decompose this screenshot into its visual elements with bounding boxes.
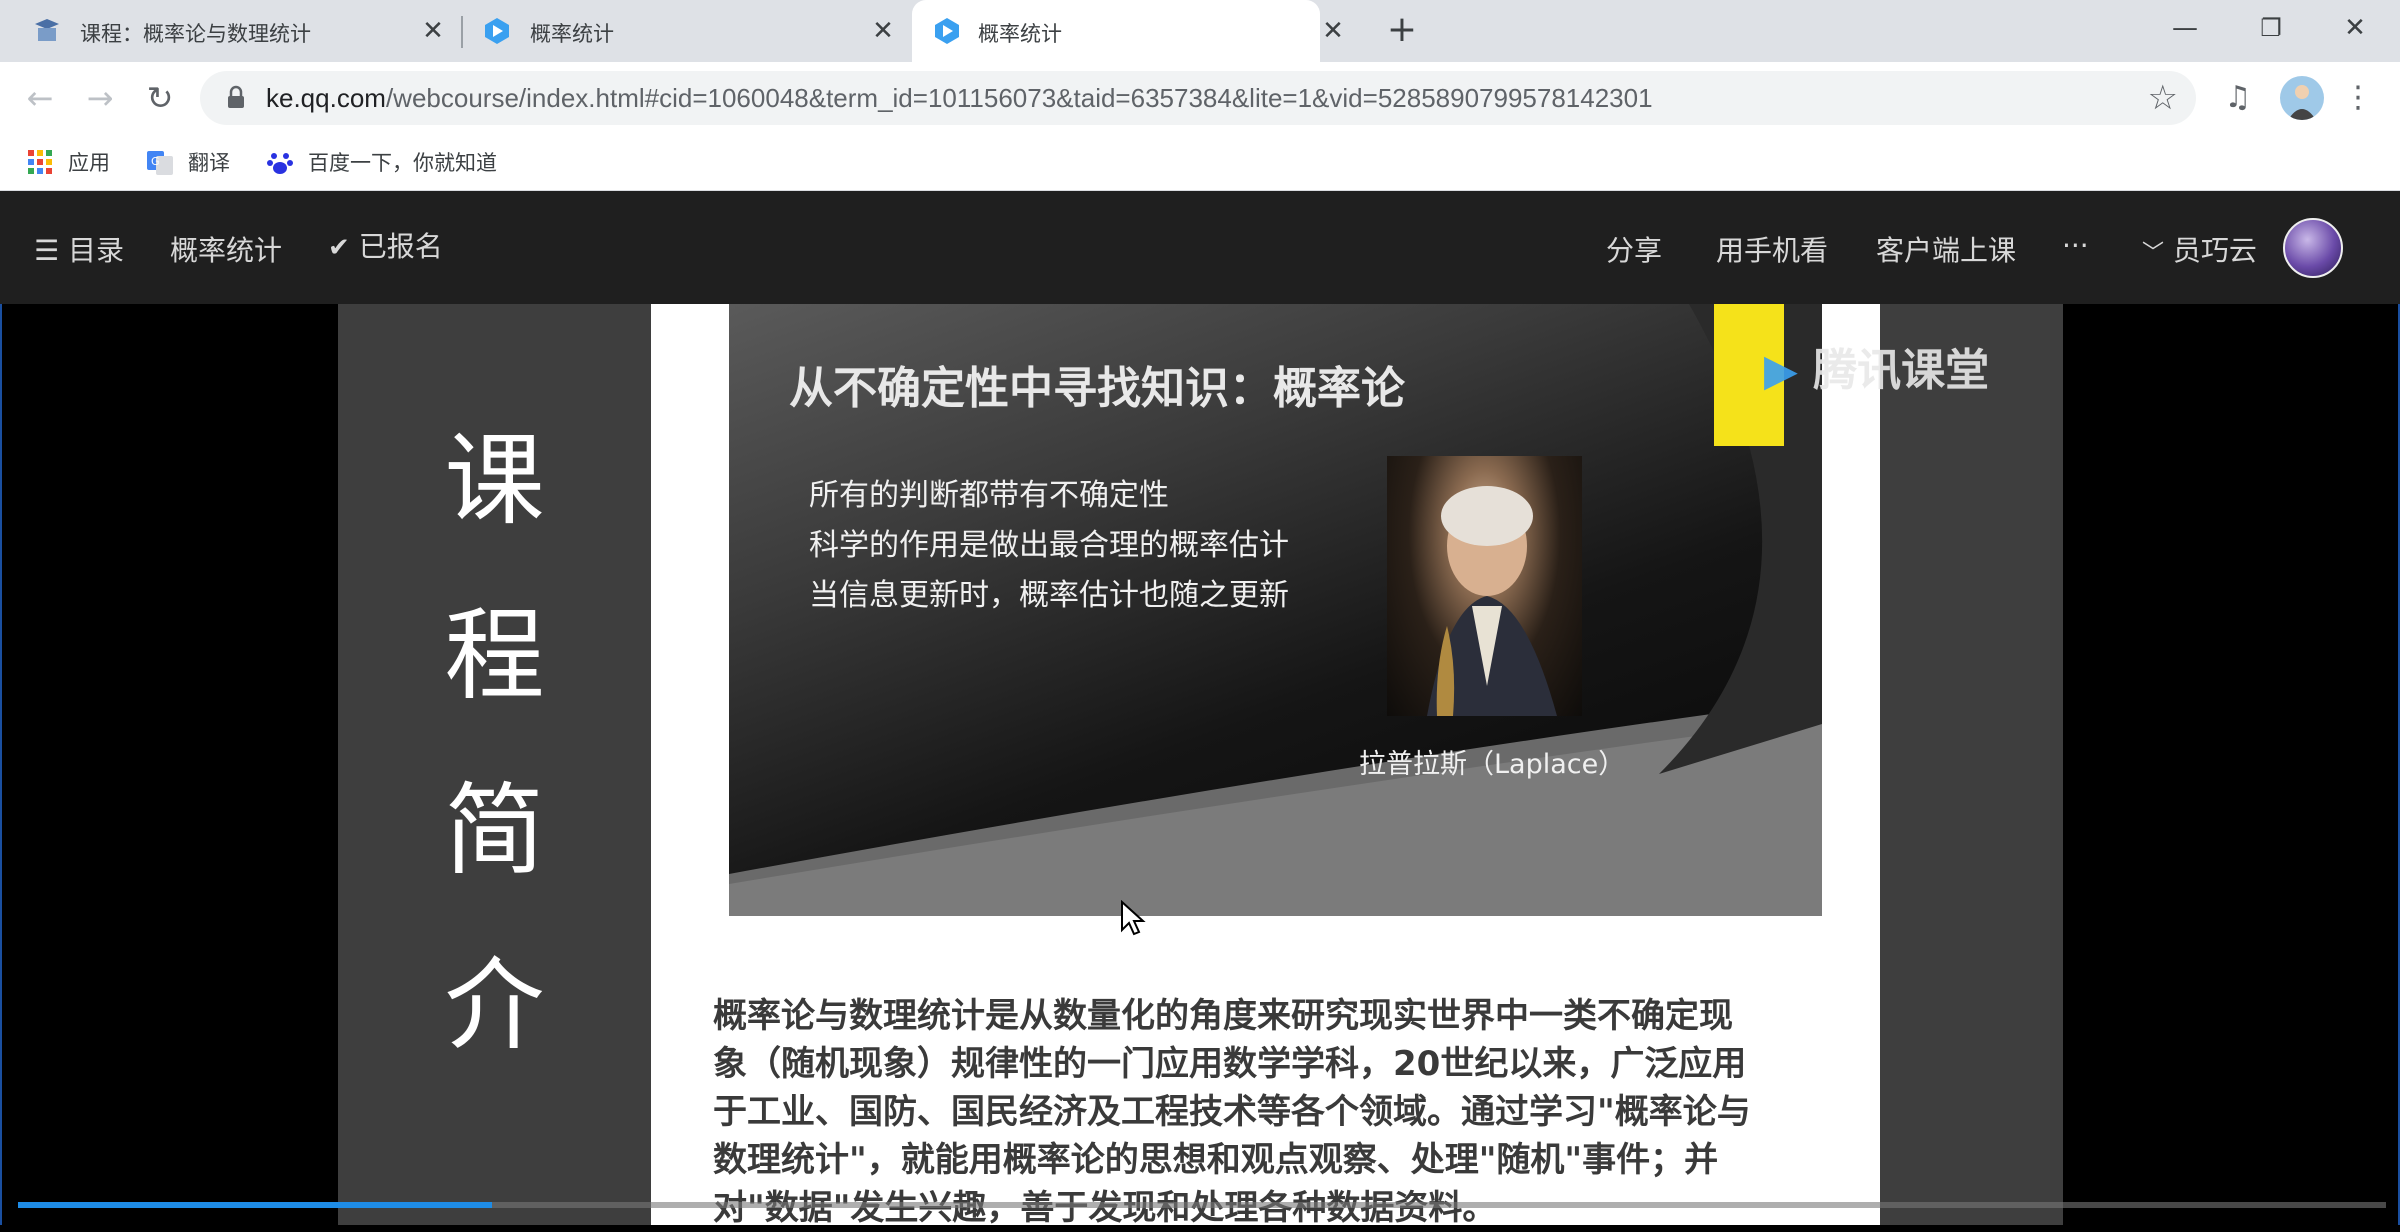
- bookmark-translate[interactable]: G 翻译: [146, 144, 230, 180]
- bookmark-label: 应用: [68, 151, 110, 175]
- portrait-caption: 拉普拉斯（Laplace）: [1359, 749, 1626, 780]
- description-line: 概率论与数理统计是从数量化的角度来研究现实世界中一类不确定现: [713, 996, 1733, 1036]
- slide-title: 从不确定性中寻找知识：概率论: [789, 363, 1405, 414]
- course-description: 概率论与数理统计是从数量化的角度来研究现实世界中一类不确定现 象（随机现象）规律…: [713, 992, 1843, 1232]
- enrolled-label: 已报名: [358, 230, 443, 263]
- side-title-char: 介: [444, 947, 545, 1064]
- url-text[interactable]: ke.qq.com/webcourse/index.html#cid=10600…: [266, 83, 1653, 114]
- apps-grid-icon: [28, 150, 52, 174]
- video-progress-bar[interactable]: [18, 1202, 2386, 1208]
- tencent-classroom-favicon-icon: [935, 18, 959, 44]
- description-line: 数理统计"，就能用概率论的思想和观点观察、处理"随机"事件；并: [713, 1140, 1719, 1180]
- share-button[interactable]: 分享: [1606, 229, 1662, 269]
- baidu-paw-icon: [267, 153, 293, 174]
- description-line: 象（随机现象）规律性的一门应用数学学科，20世纪以来，广泛应用: [713, 1044, 1747, 1084]
- tencent-classroom-favicon-icon: [485, 18, 509, 44]
- checkmark-icon: ✔: [328, 233, 350, 263]
- slide-line: 科学的作用是做出最合理的概率估计: [809, 528, 1289, 563]
- forward-arrow-icon[interactable]: →: [80, 78, 120, 118]
- profile-avatar-icon: [2288, 85, 2316, 120]
- translate-icon: G: [147, 151, 173, 175]
- close-tab-icon[interactable]: ✕: [418, 16, 448, 46]
- close-tab-icon[interactable]: ✕: [1318, 16, 1348, 46]
- more-options-button[interactable]: ···: [2062, 229, 2089, 262]
- tab-probability-1[interactable]: 概率统计 ✕: [464, 0, 908, 62]
- side-title-char: 课: [444, 422, 545, 539]
- course-header: ☰ 目录 概率统计 ✔ 已报名 分享 用手机看 客户端上课 ··· ﹀ 员巧云: [0, 191, 2400, 304]
- svg-text:G: G: [151, 155, 160, 168]
- user-menu[interactable]: ﹀ 员巧云: [2142, 229, 2257, 269]
- slide-line: 所有的判断都带有不确定性: [809, 478, 1169, 513]
- video-progress-fill: [18, 1202, 492, 1208]
- url-host: ke.qq.com: [266, 83, 386, 113]
- back-arrow-icon[interactable]: ←: [20, 78, 60, 118]
- bookmarks-bar: 应用 G 翻译 百度一下，你就知道: [0, 134, 2400, 191]
- course-favicon-icon: [35, 19, 59, 41]
- address-bar[interactable]: ke.qq.com/webcourse/index.html#cid=10600…: [200, 71, 2196, 125]
- slide-line: 当信息更新时，概率估计也随之更新: [809, 578, 1289, 613]
- watermark-text: 腾讯课堂: [1813, 345, 1990, 396]
- course-intro-side-panel: 课 程 简 介: [338, 304, 651, 1225]
- right-side-panel: [1880, 304, 2063, 1225]
- minimize-button[interactable]: —: [2158, 8, 2212, 48]
- chrome-menu-icon[interactable]: ⋮: [2336, 76, 2380, 120]
- tab-title: 概率统计: [978, 22, 1062, 46]
- laplace-portrait-image: [1427, 486, 1557, 716]
- laplace-portrait: [1387, 456, 1582, 716]
- tab-strip: 课程：概率论与数理统计 ✕ 概率统计 ✕ 概率统计 ✕ + — ❐ ✕: [0, 0, 2400, 62]
- bookmark-baidu[interactable]: 百度一下，你就知道: [266, 144, 497, 180]
- play-logo-icon: ▶: [1764, 345, 1798, 396]
- chevron-down-icon: ﹀: [2142, 241, 2165, 266]
- side-title-char: 程: [444, 597, 545, 714]
- lecture-slide: 从不确定性中寻找知识：概率论 所有的判断都带有不确定性 科学的作用是做出最合理的…: [729, 304, 1822, 916]
- tab-probability-2[interactable]: 概率统计 ✕: [912, 0, 1344, 62]
- user-avatar[interactable]: [2283, 218, 2343, 278]
- client-class-button[interactable]: 客户端上课: [1876, 229, 2016, 269]
- bookmark-label: 翻译: [188, 151, 230, 175]
- description-line: 于工业、国防、国民经济及工程技术等各个领域。通过学习"概率论与: [713, 1092, 1751, 1132]
- restore-button[interactable]: ❐: [2244, 8, 2298, 48]
- profile-avatar[interactable]: [2280, 76, 2324, 120]
- close-tab-icon[interactable]: ✕: [868, 16, 898, 46]
- close-window-button[interactable]: ✕: [2328, 8, 2382, 48]
- enrolled-status: ✔ 已报名: [328, 225, 443, 265]
- bookmark-label: 百度一下，你就知道: [308, 151, 497, 175]
- tab-title: 课程：概率论与数理统计: [80, 22, 311, 46]
- media-control-icon[interactable]: ♫: [2216, 76, 2260, 120]
- catalog-menu-button[interactable]: ☰ 目录: [34, 229, 124, 269]
- tencent-classroom-watermark: ▶ 腾讯课堂: [1764, 334, 1989, 398]
- new-tab-button[interactable]: +: [1383, 12, 1421, 50]
- reload-icon[interactable]: ↻: [140, 78, 180, 118]
- watch-on-mobile-button[interactable]: 用手机看: [1716, 229, 1828, 269]
- video-player[interactable]: 课 程 简 介 从不确定性中寻找知识：概率论 所有的判断都带有不确定性 科学的作…: [0, 304, 2400, 1228]
- course-name-link[interactable]: 概率统计: [170, 229, 282, 269]
- bookmark-star-icon[interactable]: ☆: [2148, 79, 2178, 117]
- lock-icon: [228, 85, 244, 108]
- tab-separator: [461, 16, 463, 48]
- mouse-cursor-icon: [1121, 900, 1146, 936]
- side-title-char: 简: [444, 772, 545, 889]
- tab-course[interactable]: 课程：概率论与数理统计 ✕: [0, 0, 456, 62]
- tab-title: 概率统计: [530, 22, 614, 46]
- browser-toolbar: ← → ↻ ke.qq.com/webcourse/index.html#cid…: [0, 62, 2400, 134]
- bookmark-apps[interactable]: 应用: [26, 144, 110, 180]
- user-name: 员巧云: [2172, 234, 2257, 267]
- url-path: /webcourse/index.html#cid=1060048&term_i…: [385, 83, 1653, 113]
